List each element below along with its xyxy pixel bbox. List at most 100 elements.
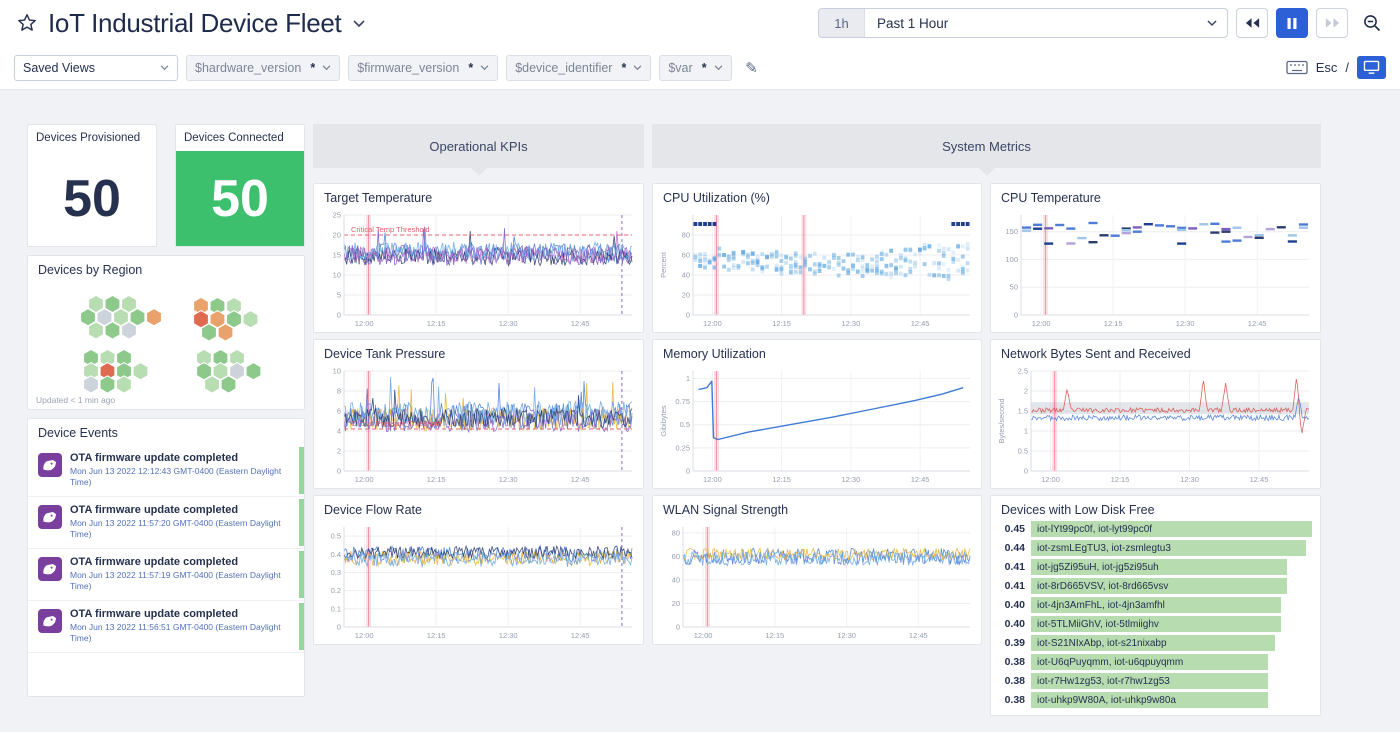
chart-device-flow-rate: Device Flow Rate 00.10.20.30.40.512:0012…: [313, 495, 644, 645]
toplist-bar: iot-4jn3AmFhL, iot-4jn3amfhl: [1031, 597, 1281, 613]
toplist-bar-track: iot-U6qPuyqmm, iot-u6qpuyqmm: [1031, 654, 1312, 670]
toplist-label: iot-zsmLEgTU3, iot-zsmlegtu3: [1037, 543, 1171, 554]
chart-plot-area[interactable]: 00.511.522.512:0012:1512:3012:45Bytes/se…: [995, 365, 1316, 484]
svg-text:20: 20: [333, 231, 341, 240]
toplist-bar-track: iot-jg5Zi95uH, iot-jg5zi95uh: [1031, 559, 1312, 575]
toplist-row[interactable]: 0.40iot-5TLMiiGhV, iot-5tlmiighv: [997, 616, 1312, 632]
event-item[interactable]: OTA firmware update completedMon Jun 13 …: [28, 497, 304, 549]
chart-plot-area[interactable]: 02040608012:0012:1512:3012:45Percent: [657, 209, 977, 328]
tv-mode-button[interactable]: [1357, 56, 1386, 79]
toplist-row[interactable]: 0.38iot-r7Hw1zg53, iot-r7hw1zg53: [997, 673, 1312, 689]
toplist-bar-track: iot-zsmLEgTU3, iot-zsmlegtu3: [1031, 540, 1312, 556]
variable-value: *: [702, 61, 707, 75]
svg-text:12:30: 12:30: [499, 475, 518, 484]
title-chevron-down-icon[interactable]: [351, 15, 367, 31]
toplist-row[interactable]: 0.40iot-4jn3AmFhL, iot-4jn3amfhl: [997, 597, 1312, 613]
svg-text:12:00: 12:00: [703, 319, 722, 328]
svg-text:60: 60: [682, 251, 690, 260]
svg-text:40: 40: [682, 271, 690, 280]
toplist-row[interactable]: 0.38iot-U6qPuyqmm, iot-u6qpuyqmm: [997, 654, 1312, 670]
group-header-operational-kpis[interactable]: Operational KPIs: [313, 124, 644, 168]
chart-plot-area[interactable]: 00.10.20.30.40.512:0012:1512:3012:45: [318, 521, 639, 640]
time-range-label: Past 1 Hour: [877, 16, 1207, 31]
region-hexbin-map[interactable]: [28, 278, 304, 393]
svg-text:1: 1: [686, 374, 690, 383]
svg-text:12:45: 12:45: [909, 631, 928, 640]
template-variable-hardware_version[interactable]: $hardware_version*: [186, 55, 340, 81]
toplist-value: 0.38: [997, 656, 1031, 668]
svg-text:0.5: 0.5: [1018, 447, 1028, 456]
chart-plot-area[interactable]: 05010015012:0012:1512:3012:45: [995, 209, 1316, 328]
svg-text:0: 0: [337, 623, 341, 632]
toplist-bar: iot-U6qPuyqmm, iot-u6qpuyqmm: [1031, 654, 1268, 670]
template-variable-bar: Saved Views $hardware_version* $firmware_…: [0, 46, 1400, 90]
pause-button[interactable]: [1276, 8, 1308, 38]
template-variable-firmware_version[interactable]: $firmware_version*: [348, 55, 498, 81]
chart-title: Network Bytes Sent and Received: [991, 340, 1320, 363]
group-label: Operational KPIs: [429, 139, 527, 154]
svg-text:12:15: 12:15: [427, 631, 446, 640]
svg-text:12:15: 12:15: [1104, 319, 1123, 328]
svg-text:2: 2: [337, 447, 341, 456]
toplist-row[interactable]: 0.38iot-uhkp9W80A, iot-uhkp9w80a: [997, 692, 1312, 708]
event-item[interactable]: OTA firmware update completedMon Jun 13 …: [28, 601, 304, 653]
chart-plot-area[interactable]: Critical Temp Threshold051015202512:0012…: [318, 209, 639, 328]
zoom-out-icon[interactable]: [1358, 9, 1386, 37]
event-list: OTA firmware update completedMon Jun 13 …: [28, 445, 304, 696]
chart-target-temperature: Target Temperature Critical Temp Thresho…: [313, 183, 644, 333]
toplist-label: iot-5TLMiiGhV, iot-5tlmiighv: [1037, 619, 1159, 630]
toplist-row[interactable]: 0.45iot-lYt99pc0f, iot-lyt99pc0f: [997, 521, 1312, 537]
svg-text:0: 0: [337, 467, 341, 476]
saved-views-dropdown[interactable]: Saved Views: [14, 55, 178, 81]
toplist-bar: iot-r7Hw1zg53, iot-r7hw1zg53: [1031, 673, 1268, 689]
toplist-bar: iot-zsmLEgTU3, iot-zsmlegtu3: [1031, 540, 1306, 556]
template-variable-device_identifier[interactable]: $device_identifier*: [506, 55, 651, 81]
toplist-bar: iot-S21NIxAbp, iot-s21nixabp: [1031, 635, 1275, 651]
svg-text:12:00: 12:00: [703, 475, 722, 484]
toplist-bar: iot-5TLMiiGhV, iot-5tlmiighv: [1031, 616, 1281, 632]
svg-text:12:45: 12:45: [571, 475, 590, 484]
event-title: OTA firmware update completed: [70, 556, 304, 568]
svg-text:Gibibytes: Gibibytes: [659, 405, 668, 437]
svg-text:12:30: 12:30: [842, 475, 861, 484]
toplist-row[interactable]: 0.41iot-8rD665VSV, iot-8rd665vsv: [997, 578, 1312, 594]
template-variables: $hardware_version*$firmware_version*$dev…: [186, 55, 732, 81]
svg-text:0.3: 0.3: [331, 568, 341, 577]
chart-plot-area[interactable]: 00.250.50.75112:0012:1512:3012:45Gibibyt…: [657, 365, 977, 484]
toplist-row[interactable]: 0.39iot-S21NIxAbp, iot-s21nixabp: [997, 635, 1312, 651]
template-variable-var[interactable]: $var*: [659, 55, 731, 81]
toplist-bar: iot-8rD665VSV, iot-8rd665vsv: [1031, 578, 1287, 594]
svg-text:0.2: 0.2: [331, 586, 341, 595]
chart-cpu-temperature: CPU Temperature 05010015012:0012:1512:30…: [990, 183, 1321, 333]
chart-title: Target Temperature: [314, 184, 643, 207]
page-title: IoT Industrial Device Fleet: [48, 8, 341, 39]
event-item[interactable]: OTA firmware update completedMon Jun 13 …: [28, 549, 304, 601]
svg-text:1: 1: [1024, 427, 1028, 436]
widget-devices-connected[interactable]: Devices Connected 50: [175, 124, 305, 247]
event-status-bar: [299, 447, 304, 494]
svg-text:12:30: 12:30: [837, 631, 856, 640]
svg-text:100: 100: [1005, 255, 1018, 264]
chart-plot-area[interactable]: Critical Pressure Threshold024681012:001…: [318, 365, 639, 484]
edit-variables-pencil-icon[interactable]: ✎: [740, 56, 764, 80]
time-range-picker[interactable]: 1h Past 1 Hour: [818, 8, 1228, 38]
svg-text:12:45: 12:45: [571, 631, 590, 640]
toplist-row[interactable]: 0.41iot-jg5Zi95uH, iot-jg5zi95uh: [997, 559, 1312, 575]
widget-devices-provisioned[interactable]: Devices Provisioned 50: [27, 124, 157, 247]
toplist-row[interactable]: 0.44iot-zsmLEgTU3, iot-zsmlegtu3: [997, 540, 1312, 556]
event-item[interactable]: OTA firmware update completedMon Jun 13 …: [28, 445, 304, 497]
chart-plot-area[interactable]: 02040608012:0012:1512:3012:45: [657, 521, 977, 640]
svg-text:0.1: 0.1: [331, 604, 341, 613]
chart-title: CPU Utilization (%): [653, 184, 981, 207]
toplist-bar-track: iot-S21NIxAbp, iot-s21nixabp: [1031, 635, 1312, 651]
forward-button[interactable]: [1316, 8, 1348, 38]
toplist-value: 0.38: [997, 694, 1031, 706]
rewind-button[interactable]: [1236, 8, 1268, 38]
svg-text:Bytes/second: Bytes/second: [997, 398, 1006, 443]
svg-text:60: 60: [672, 552, 680, 561]
widget-title: Devices by Region: [28, 256, 304, 279]
variable-name: $firmware_version: [357, 61, 459, 75]
group-label: System Metrics: [942, 139, 1031, 154]
favorite-star-icon[interactable]: [14, 10, 40, 36]
group-header-system-metrics[interactable]: System Metrics: [652, 124, 1321, 168]
